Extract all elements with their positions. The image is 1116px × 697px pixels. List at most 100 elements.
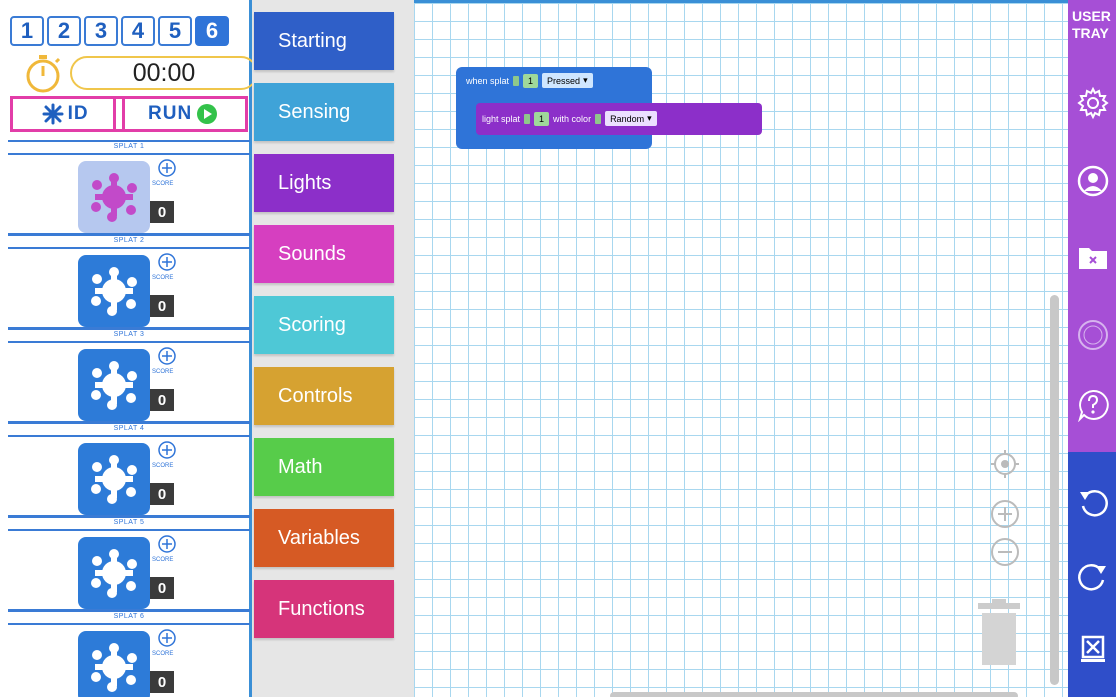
run-button-label: RUN <box>148 103 193 124</box>
splat-item[interactable]: SPLAT 5 SCORE 0 <box>8 516 250 611</box>
splat-item[interactable]: SPLAT 1 SCORE 0 <box>8 140 250 235</box>
splat-icon <box>91 455 137 504</box>
category-variables-button[interactable]: Variables <box>254 509 394 567</box>
event-dropdown-value: Pressed <box>547 75 581 86</box>
chevron-down-icon: ▾ <box>583 75 588 85</box>
id-button[interactable]: ID <box>13 99 117 129</box>
add-icon[interactable] <box>158 159 176 177</box>
splat-thumbnail[interactable] <box>78 631 150 697</box>
add-icon[interactable] <box>158 535 176 553</box>
add-icon[interactable] <box>158 347 176 365</box>
splat-label: SPLAT 3 <box>113 331 145 338</box>
timer-display: 00:00 <box>70 56 258 90</box>
splat-item[interactable]: SPLAT 4 SCORE 0 <box>8 422 250 517</box>
recenter-icon[interactable] <box>990 449 1020 479</box>
folder-icon[interactable] <box>1076 240 1110 274</box>
splat-icon <box>91 267 137 316</box>
score-label: SCORE <box>152 181 174 187</box>
tab-6[interactable]: 6 <box>195 16 229 46</box>
splat-thumbnail[interactable] <box>78 161 150 233</box>
event-dropdown[interactable]: Pressed ▾ <box>542 73 593 88</box>
category-starting-button[interactable]: Starting <box>254 12 394 70</box>
clear-workspace-icon[interactable] <box>1076 632 1110 666</box>
splat-list: SPLAT 1 SCORE 0 SPLAT 2 SCORE 0 SPLAT 3 … <box>8 140 250 697</box>
score-value: 0 <box>150 671 174 693</box>
add-icon[interactable] <box>158 441 176 459</box>
control-row: ID RUN <box>10 96 248 132</box>
score-label: SCORE <box>152 369 174 375</box>
gear-icon[interactable] <box>1076 86 1110 120</box>
with-color-text: with color <box>553 113 592 124</box>
score-value: 0 <box>150 577 174 599</box>
splat-label: SPLAT 1 <box>113 143 145 150</box>
score-value: 0 <box>150 389 174 411</box>
category-scoring-button[interactable]: Scoring <box>254 296 394 354</box>
splat-thumbnail[interactable] <box>78 537 150 609</box>
splat-thumbnail[interactable] <box>78 255 150 327</box>
tab-1[interactable]: 1 <box>10 16 44 46</box>
undo-icon[interactable] <box>1076 486 1110 520</box>
category-sensing-button[interactable]: Sensing <box>254 83 394 141</box>
user-profile-icon[interactable] <box>1076 164 1110 198</box>
category-math-button[interactable]: Math <box>254 438 394 496</box>
user-tray-label: USER TRAY <box>1072 8 1111 41</box>
trash-icon[interactable] <box>974 599 1024 667</box>
left-panel: 1 2 3 4 5 6 00:00 ID RUN SPLAT 1 SCORE 0… <box>0 0 258 697</box>
light-splat-block[interactable]: light splat 1 with color Random ▾ <box>476 103 762 135</box>
tab-5[interactable]: 5 <box>158 16 192 46</box>
score-value: 0 <box>150 201 174 223</box>
vertical-scrollbar[interactable] <box>1050 295 1059 685</box>
splat-label: SPLAT 2 <box>113 237 145 244</box>
category-controls-button[interactable]: Controls <box>254 367 394 425</box>
score-label: SCORE <box>152 557 174 563</box>
splat-thumbnail[interactable] <box>78 443 150 515</box>
splat-thumbnail[interactable] <box>78 349 150 421</box>
id-button-label: ID <box>67 103 89 124</box>
splat-item[interactable]: SPLAT 6 SCORE 0 <box>8 610 250 697</box>
color-dropdown-value: Random <box>610 113 645 124</box>
category-lights-button[interactable]: Lights <box>254 154 394 212</box>
splat-label: SPLAT 5 <box>113 519 145 526</box>
splat-icon <box>91 361 137 410</box>
horizontal-scrollbar[interactable] <box>610 692 1018 697</box>
tab-4[interactable]: 4 <box>121 16 155 46</box>
light-block-text: light splat <box>482 113 521 124</box>
score-value: 0 <box>150 483 174 505</box>
tray-top-section: USER TRAY <box>1068 0 1116 452</box>
splat-star-icon <box>42 103 64 125</box>
splat-count-tabs: 1 2 3 4 5 6 <box>10 16 229 46</box>
ide-analytics-icon[interactable] <box>1076 318 1110 352</box>
run-button[interactable]: RUN <box>122 99 245 129</box>
tray-bottom-section <box>1068 452 1116 697</box>
splat-label: SPLAT 6 <box>113 613 145 620</box>
score-label: SCORE <box>152 463 174 469</box>
when-block-text: when splat <box>466 75 510 86</box>
light-splat-number[interactable]: 1 <box>534 111 550 126</box>
zoom-out-icon[interactable] <box>990 537 1020 567</box>
splat-icon <box>91 643 137 692</box>
splat-icon <box>91 549 137 598</box>
add-icon[interactable] <box>158 629 176 647</box>
category-functions-button[interactable]: Functions <box>254 580 394 638</box>
block-category-column: Starting Sensing Lights Sounds Scoring Contro… <box>252 0 414 697</box>
tab-3[interactable]: 3 <box>84 16 118 46</box>
tab-2[interactable]: 2 <box>47 16 81 46</box>
score-label: SCORE <box>152 275 174 281</box>
timer-row: 00:00 <box>22 54 258 93</box>
plug-icon <box>595 113 602 124</box>
splat-icon <box>91 173 137 222</box>
stopwatch-icon <box>26 55 61 93</box>
category-sounds-button[interactable]: Sounds <box>254 225 394 283</box>
splat-item[interactable]: SPLAT 2 SCORE 0 <box>8 234 250 329</box>
zoom-in-icon[interactable] <box>990 499 1020 529</box>
chevron-down-icon: ▾ <box>647 113 652 123</box>
score-label: SCORE <box>152 651 174 657</box>
color-dropdown[interactable]: Random ▾ <box>605 111 657 126</box>
help-icon[interactable] <box>1076 388 1110 422</box>
code-workspace[interactable]: when splat 1 Pressed ▾ light splat 1 wit… <box>414 0 1068 697</box>
add-icon[interactable] <box>158 253 176 271</box>
splat-item[interactable]: SPLAT 3 SCORE 0 <box>8 328 250 423</box>
when-splat-number[interactable]: 1 <box>523 73 539 88</box>
score-value: 0 <box>150 295 174 317</box>
redo-icon[interactable] <box>1076 560 1110 594</box>
